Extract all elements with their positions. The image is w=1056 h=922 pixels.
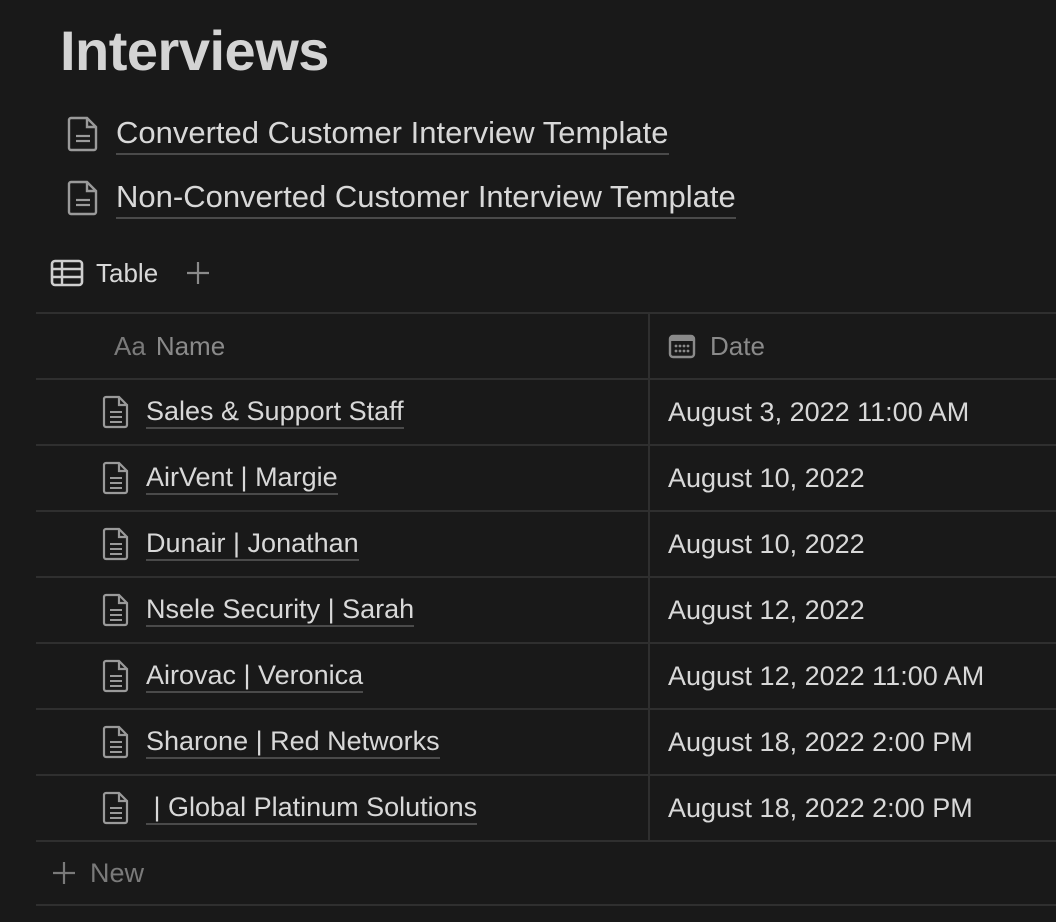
- table-row[interactable]: Dunair | Jonathan August 10, 2022: [36, 512, 1056, 578]
- document-icon: [102, 659, 129, 693]
- document-icon: [102, 725, 129, 759]
- name-cell[interactable]: Nsele Security | Sarah: [36, 578, 650, 642]
- date-cell[interactable]: August 3, 2022 11:00 AM: [650, 380, 1056, 444]
- table-icon: [50, 259, 84, 287]
- table-row[interactable]: Nsele Security | Sarah August 12, 2022: [36, 578, 1056, 644]
- name-cell[interactable]: AirVent | Margie: [36, 446, 650, 510]
- name-cell[interactable]: Airovac | Veronica: [36, 644, 650, 708]
- date-cell[interactable]: August 10, 2022: [650, 446, 1056, 510]
- table-header: Aa Name Date: [36, 314, 1056, 380]
- column-header-label: Name: [155, 330, 226, 361]
- document-icon: [102, 395, 129, 429]
- column-header-name[interactable]: Aa Name: [36, 314, 650, 378]
- row-date: August 18, 2022 2:00 PM: [668, 792, 973, 823]
- table-row[interactable]: Airovac | Veronica August 12, 2022 11:00 …: [36, 644, 1056, 710]
- document-icon: [67, 116, 98, 152]
- document-icon: [102, 527, 129, 561]
- date-cell[interactable]: August 18, 2022 2:00 PM: [650, 710, 1056, 774]
- row-date: August 10, 2022: [668, 528, 865, 559]
- column-header-label: Date: [710, 330, 765, 361]
- text-type-icon: Aa: [114, 330, 146, 361]
- page-title: Interviews: [60, 19, 329, 82]
- name-cell[interactable]: Sharone | Red Networks: [36, 710, 650, 774]
- calendar-icon: [668, 334, 696, 359]
- template-link-label[interactable]: Converted Customer Interview Template: [116, 114, 669, 155]
- row-date: August 18, 2022 2:00 PM: [668, 726, 973, 757]
- row-name-link[interactable]: Nsele Security | Sarah: [146, 593, 415, 627]
- plus-icon[interactable]: [184, 259, 212, 287]
- row-name-link[interactable]: | Global Platinum Solutions: [146, 791, 478, 825]
- row-date: August 3, 2022 11:00 AM: [668, 396, 970, 427]
- document-icon: [102, 593, 129, 627]
- name-cell[interactable]: | Global Platinum Solutions: [36, 776, 650, 840]
- document-icon: [102, 461, 129, 495]
- row-name-link[interactable]: Airovac | Veronica: [146, 659, 364, 693]
- name-cell[interactable]: Sales & Support Staff: [36, 380, 650, 444]
- date-cell[interactable]: August 18, 2022 2:00 PM: [650, 776, 1056, 840]
- row-date: August 12, 2022 11:00 AM: [668, 660, 985, 691]
- row-name-link[interactable]: Sharone | Red Networks: [146, 725, 440, 759]
- row-date: August 12, 2022: [668, 594, 865, 625]
- row-name-link[interactable]: Dunair | Jonathan: [146, 527, 359, 561]
- table-row[interactable]: Sales & Support Staff August 3, 2022 11:0…: [36, 380, 1056, 446]
- table-row[interactable]: | Global Platinum Solutions August 18, 20…: [36, 776, 1056, 842]
- row-name-link[interactable]: Sales & Support Staff: [146, 395, 404, 429]
- plus-icon: [53, 862, 75, 884]
- document-icon: [102, 791, 129, 825]
- view-tabs: Table: [50, 252, 212, 294]
- date-cell[interactable]: August 12, 2022: [650, 578, 1056, 642]
- new-row-label: New: [90, 857, 145, 888]
- row-date: August 10, 2022: [668, 462, 865, 493]
- template-link-non-converted[interactable]: Non-Converted Customer Interview Templat…: [66, 176, 736, 220]
- table-row[interactable]: AirVent | Margie August 10, 2022: [36, 446, 1056, 512]
- column-header-date[interactable]: Date: [650, 314, 1056, 378]
- template-link-label[interactable]: Non-Converted Customer Interview Templat…: [116, 178, 736, 219]
- template-link-converted[interactable]: Converted Customer Interview Template: [66, 112, 669, 156]
- date-cell[interactable]: August 12, 2022 11:00 AM: [650, 644, 1056, 708]
- tab-table[interactable]: Table: [96, 258, 158, 289]
- document-icon: [67, 180, 98, 216]
- date-cell[interactable]: August 10, 2022: [650, 512, 1056, 576]
- new-row-button[interactable]: New: [36, 842, 1056, 906]
- database-table: Aa Name Date Sales & Support Staff August…: [36, 312, 1056, 906]
- table-row[interactable]: Sharone | Red Networks August 18, 2022 2:…: [36, 710, 1056, 776]
- name-cell[interactable]: Dunair | Jonathan: [36, 512, 650, 576]
- page: Interviews Converted Customer Interview …: [0, 0, 1056, 922]
- row-name-link[interactable]: AirVent | Margie: [146, 461, 338, 495]
